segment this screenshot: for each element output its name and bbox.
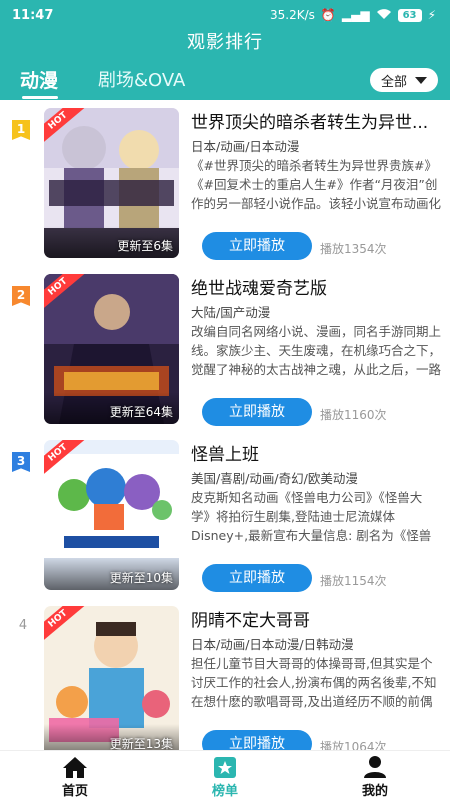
profile-icon: [364, 756, 386, 778]
signal-icon: ▂▄▆: [341, 8, 370, 22]
header: 11:47 35.2K/s ⏰ ▂▄▆ 63 ⚡ 观影排行 动漫 剧场&OVA …: [0, 0, 450, 100]
list-item[interactable]: 4 HOT 更新至13集 阴晴不定大哥哥 日本/动画/日本动漫/日韩动漫 担任儿…: [0, 598, 450, 750]
rank-badge: 1: [12, 120, 30, 140]
item-description: 皮克斯知名动画《怪兽电力公司》《怪兽大学》将拍衍生剧集,登陆迪士尼流媒体Disn…: [191, 490, 432, 548]
play-count: 播放1154次: [320, 574, 387, 588]
poster-image[interactable]: HOT 更新至6集: [44, 108, 179, 258]
list-item[interactable]: 3 HOT 更新至10集 怪兽上班 美国/喜剧/动画/奇幻/欧美动漫 皮克斯知名…: [0, 432, 450, 598]
network-speed: 35.2K/s: [270, 8, 315, 22]
status-time: 11:47: [12, 7, 54, 23]
ranking-icon: [214, 757, 236, 778]
item-tags: 日本/动画/日本动漫: [191, 139, 300, 154]
item-description: 《#世界顶尖的暗杀者转生为异世界贵族#》《#回复术士的重启人生#》作者“月夜泪”…: [191, 158, 441, 216]
bottom-navigation: 首页 榜单 我的: [0, 750, 450, 800]
item-title[interactable]: 绝世战魂爱奇艺版: [191, 274, 447, 299]
charging-icon: ⚡: [427, 8, 436, 22]
item-tags: 日本/动画/日本动漫/日韩动漫: [191, 637, 354, 652]
poster-image[interactable]: HOT 更新至10集: [44, 440, 179, 590]
home-icon: [63, 757, 87, 778]
item-title[interactable]: 怪兽上班: [191, 440, 447, 465]
nav-profile[interactable]: 我的: [335, 755, 415, 799]
alarm-icon: ⏰: [320, 8, 336, 22]
play-now-button[interactable]: 立即播放: [202, 398, 312, 426]
ranking-list: 1 HOT 更新至6集 世界顶尖的暗杀者转生为异世... 日本/动画/日本动漫 …: [0, 100, 450, 750]
chevron-down-icon: [415, 76, 427, 84]
nav-home[interactable]: 首页: [35, 755, 115, 799]
play-now-button[interactable]: 立即播放: [202, 232, 312, 260]
page-title: 观影排行: [187, 32, 263, 53]
nav-ranking[interactable]: 榜单: [185, 755, 265, 799]
poster-image[interactable]: HOT 更新至13集: [44, 606, 179, 750]
rank-number: 4: [18, 618, 28, 633]
play-count: 播放1354次: [320, 242, 387, 256]
episode-update-label: 更新至13集: [109, 737, 173, 750]
tab-anime[interactable]: 动漫: [20, 66, 58, 93]
list-item[interactable]: 2 HOT 更新至64集 绝世战魂爱奇艺版 大陆/国产动漫 改编自同名网络小说、…: [0, 266, 450, 432]
item-description: 担任儿童节目大哥哥的体操哥哥,但其实是个讨厌工作的社会人,扮演布偶的两名後辈,不…: [191, 656, 437, 714]
item-tags: 美国/喜剧/动画/奇幻/欧美动漫: [191, 471, 358, 486]
tab-theater-ova[interactable]: 剧场&OVA: [98, 66, 185, 92]
filter-dropdown[interactable]: 全部: [370, 68, 438, 92]
play-now-button[interactable]: 立即播放: [202, 730, 312, 750]
filter-selected-value: 全部: [380, 74, 407, 90]
active-tab-indicator: [22, 96, 58, 99]
battery-icon: 63: [397, 8, 422, 22]
wifi-icon: [376, 8, 392, 22]
episode-update-label: 更新至64集: [109, 405, 173, 419]
item-tags: 大陆/国产动漫: [191, 305, 271, 320]
rank-badge: 3: [12, 452, 30, 472]
play-now-button[interactable]: 立即播放: [202, 564, 312, 592]
list-item[interactable]: 1 HOT 更新至6集 世界顶尖的暗杀者转生为异世... 日本/动画/日本动漫 …: [0, 100, 450, 266]
category-tabs: 动漫 剧场&OVA 全部: [0, 62, 450, 100]
episode-update-label: 更新至6集: [117, 239, 173, 253]
rank-badge: 2: [12, 286, 30, 306]
play-count: 播放1064次: [320, 740, 387, 750]
status-bar: 11:47 35.2K/s ⏰ ▂▄▆ 63 ⚡: [0, 0, 450, 30]
item-description: 改编自同名网络小说、漫画，同名手游同期上线。家族少主、天生废魂，在机缘巧合之下，…: [191, 324, 441, 382]
poster-image[interactable]: HOT 更新至64集: [44, 274, 179, 424]
item-title[interactable]: 世界顶尖的暗杀者转生为异世...: [191, 108, 447, 133]
play-count: 播放1160次: [320, 408, 387, 422]
episode-update-label: 更新至10集: [109, 571, 173, 585]
item-title[interactable]: 阴晴不定大哥哥: [191, 606, 447, 631]
